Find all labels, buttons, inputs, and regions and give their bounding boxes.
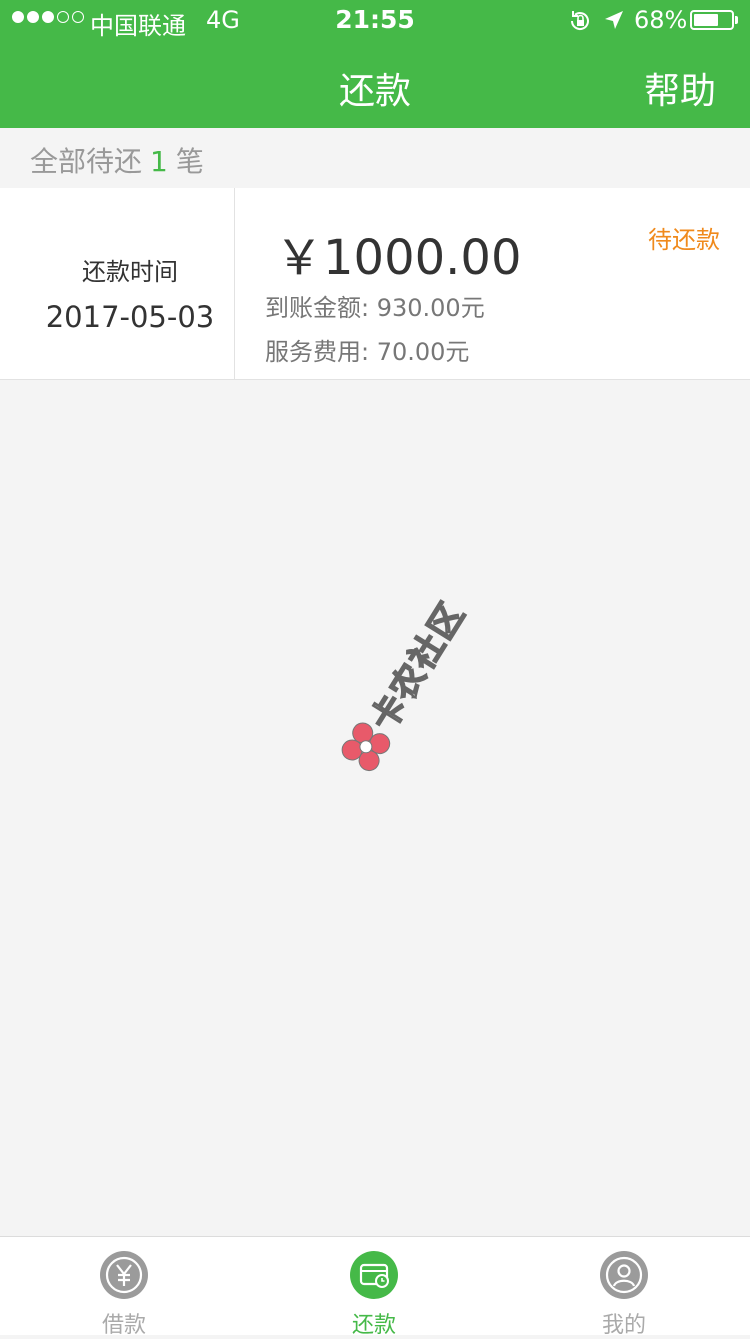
- battery-cap: [735, 16, 738, 24]
- tab-borrow-label: 借款: [101, 1313, 146, 1338]
- rotation-lock-icon: [568, 9, 592, 39]
- tab-mine[interactable]: 我的: [500, 1237, 750, 1338]
- summary-suffix: 笔: [175, 145, 204, 178]
- pending-count: 1: [150, 145, 168, 178]
- app-header: 中国联通 4G 21:55 68% 还款 帮助: [0, 0, 750, 128]
- battery-level: [694, 14, 718, 26]
- status-badge: 待还款: [648, 226, 720, 254]
- repayment-date-column: 还款时间 2017-05-03: [0, 188, 235, 379]
- user-icon: [600, 1251, 648, 1299]
- status-bar: 中国联通 4G 21:55 68%: [0, 0, 750, 40]
- card-clock-icon: [350, 1251, 398, 1299]
- repayment-date-label: 还款时间: [82, 258, 178, 286]
- tab-repay-label: 还款: [351, 1313, 396, 1338]
- help-button[interactable]: 帮助: [644, 62, 716, 114]
- tab-repay[interactable]: 还款: [250, 1237, 500, 1338]
- yuan-icon: [100, 1251, 148, 1299]
- battery-percent: 68%: [634, 6, 688, 34]
- tab-bar: 借款 还款 我的: [0, 1236, 750, 1338]
- repayment-date: 2017-05-03: [45, 300, 215, 334]
- summary-prefix: 全部待还: [30, 145, 143, 178]
- battery-icon: [690, 10, 734, 30]
- tab-borrow[interactable]: 借款: [0, 1237, 250, 1338]
- watermark: 卡农社区: [284, 544, 536, 815]
- pending-summary: 全部待还 1 笔: [30, 140, 204, 180]
- service-fee: 服务费用: 70.00元: [265, 338, 470, 366]
- repayment-record-card[interactable]: 还款时间 2017-05-03 ￥1000.00 到账金额: 930.00元 服…: [0, 188, 750, 380]
- page-title: 还款: [338, 71, 411, 112]
- location-arrow-icon: [603, 9, 625, 37]
- repayment-amount: ￥1000.00: [275, 230, 522, 286]
- received-amount: 到账金额: 930.00元: [265, 294, 485, 322]
- watermark-text: 卡农社区: [363, 594, 475, 739]
- tab-mine-label: 我的: [601, 1313, 646, 1338]
